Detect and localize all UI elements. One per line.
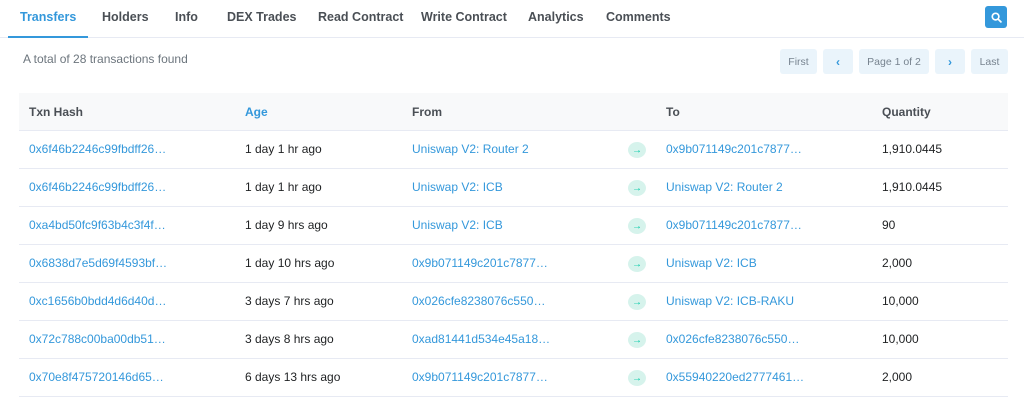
last-page-button[interactable]: Last: [971, 49, 1008, 74]
from-address-link[interactable]: 0x9b071149c201c7877…: [412, 245, 548, 282]
tab-bar: Transfers Holders Info DEX Trades Read C…: [0, 0, 1024, 38]
arrow-right-icon: →: [628, 370, 646, 386]
quantity-cell: 10,000: [882, 294, 919, 308]
age-cell: 3 days 7 hrs ago: [245, 294, 334, 308]
tab-read-contract[interactable]: Read Contract: [318, 0, 403, 38]
table-row: 0x72c788c00ba00db51… 3 days 8 hrs ago 0x…: [19, 321, 1008, 359]
table-row: 0xc1656b0bdd4d6d40d… 3 days 7 hrs ago 0x…: [19, 283, 1008, 321]
to-address-link[interactable]: Uniswap V2: Router 2: [666, 169, 783, 206]
to-address-link[interactable]: 0x026cfe8238076c550…: [666, 321, 799, 358]
arrow-right-icon: →: [628, 294, 646, 310]
table-row: 0x70e8f475720146d65… 6 days 13 hrs ago 0…: [19, 359, 1008, 397]
to-address-link[interactable]: 0x55940220ed2777461…: [666, 359, 804, 396]
age-cell: 1 day 1 hr ago: [245, 180, 322, 194]
from-address-link[interactable]: Uniswap V2: ICB: [412, 169, 503, 206]
from-address-link[interactable]: 0x9b071149c201c7877…: [412, 359, 548, 396]
from-address-link[interactable]: 0xad81441d534e45a18…: [412, 321, 550, 358]
search-button[interactable]: [985, 6, 1007, 28]
col-to: To: [666, 105, 680, 119]
to-address-link[interactable]: 0x9b071149c201c7877…: [666, 131, 802, 168]
tab-transfers[interactable]: Transfers: [20, 0, 76, 38]
age-cell: 1 day 10 hrs ago: [245, 256, 335, 270]
col-from: From: [412, 105, 442, 119]
txn-hash-link[interactable]: 0xc1656b0bdd4d6d40d…: [29, 283, 166, 320]
quantity-cell: 10,000: [882, 332, 919, 346]
quantity-cell: 90: [882, 218, 896, 232]
to-address-link[interactable]: Uniswap V2: ICB: [666, 245, 757, 282]
quantity-cell: 1,910.0445: [882, 180, 943, 194]
txn-hash-link[interactable]: 0x6838d7e5d69f4593bf…: [29, 245, 167, 282]
arrow-right-icon: →: [628, 142, 646, 158]
page-indicator: Page 1 of 2: [859, 49, 929, 74]
arrow-right-icon: →: [628, 256, 646, 272]
txn-hash-link[interactable]: 0xa4bd50fc9f63b4c3f4f…: [29, 207, 166, 244]
txn-hash-link[interactable]: 0x6f46b2246c99fbdff26…: [29, 131, 166, 168]
active-tab-indicator: [8, 36, 88, 38]
txn-hash-link[interactable]: 0x70e8f475720146d65…: [29, 359, 164, 396]
col-age[interactable]: Age: [245, 93, 268, 131]
tab-analytics[interactable]: Analytics: [528, 0, 584, 38]
arrow-right-icon: →: [628, 332, 646, 348]
arrow-right-icon: →: [628, 180, 646, 196]
quantity-cell: 2,000: [882, 256, 913, 270]
next-page-button[interactable]: ›: [935, 49, 965, 74]
to-address-link[interactable]: 0x9b071149c201c7877…: [666, 207, 802, 244]
txn-hash-link[interactable]: 0x72c788c00ba00db51…: [29, 321, 166, 358]
from-address-link[interactable]: Uniswap V2: ICB: [412, 207, 503, 244]
transactions-summary: A total of 28 transactions found: [23, 52, 188, 66]
from-address-link[interactable]: 0x026cfe8238076c550…: [412, 283, 545, 320]
tab-holders[interactable]: Holders: [102, 0, 149, 38]
col-txn-hash: Txn Hash: [29, 105, 84, 119]
age-cell: 1 day 9 hrs ago: [245, 218, 328, 232]
table-row: 0x6f46b2246c99fbdff26… 1 day 1 hr ago Un…: [19, 169, 1008, 207]
table-header: Txn Hash Age From To Quantity: [19, 93, 1008, 131]
quantity-cell: 2,000: [882, 370, 913, 384]
tab-comments[interactable]: Comments: [606, 0, 671, 38]
prev-page-button[interactable]: ‹: [823, 49, 853, 74]
to-address-link[interactable]: Uniswap V2: ICB-RAKU: [666, 283, 794, 320]
table-row: 0xa4bd50fc9f63b4c3f4f… 1 day 9 hrs ago U…: [19, 207, 1008, 245]
first-page-button[interactable]: First: [780, 49, 817, 74]
col-quantity: Quantity: [882, 105, 931, 119]
age-cell: 1 day 1 hr ago: [245, 142, 322, 156]
age-cell: 3 days 8 hrs ago: [245, 332, 334, 346]
tab-write-contract[interactable]: Write Contract: [421, 0, 507, 38]
age-cell: 6 days 13 hrs ago: [245, 370, 341, 384]
table-row: 0x6f46b2246c99fbdff26… 1 day 1 hr ago Un…: [19, 131, 1008, 169]
search-icon: [990, 11, 1002, 23]
arrow-right-icon: →: [628, 218, 646, 234]
tab-dex-trades[interactable]: DEX Trades: [227, 0, 296, 38]
quantity-cell: 1,910.0445: [882, 142, 943, 156]
table-row: 0x6838d7e5d69f4593bf… 1 day 10 hrs ago 0…: [19, 245, 1008, 283]
tab-info[interactable]: Info: [175, 0, 198, 38]
from-address-link[interactable]: Uniswap V2: Router 2: [412, 131, 529, 168]
txn-hash-link[interactable]: 0x6f46b2246c99fbdff26…: [29, 169, 166, 206]
